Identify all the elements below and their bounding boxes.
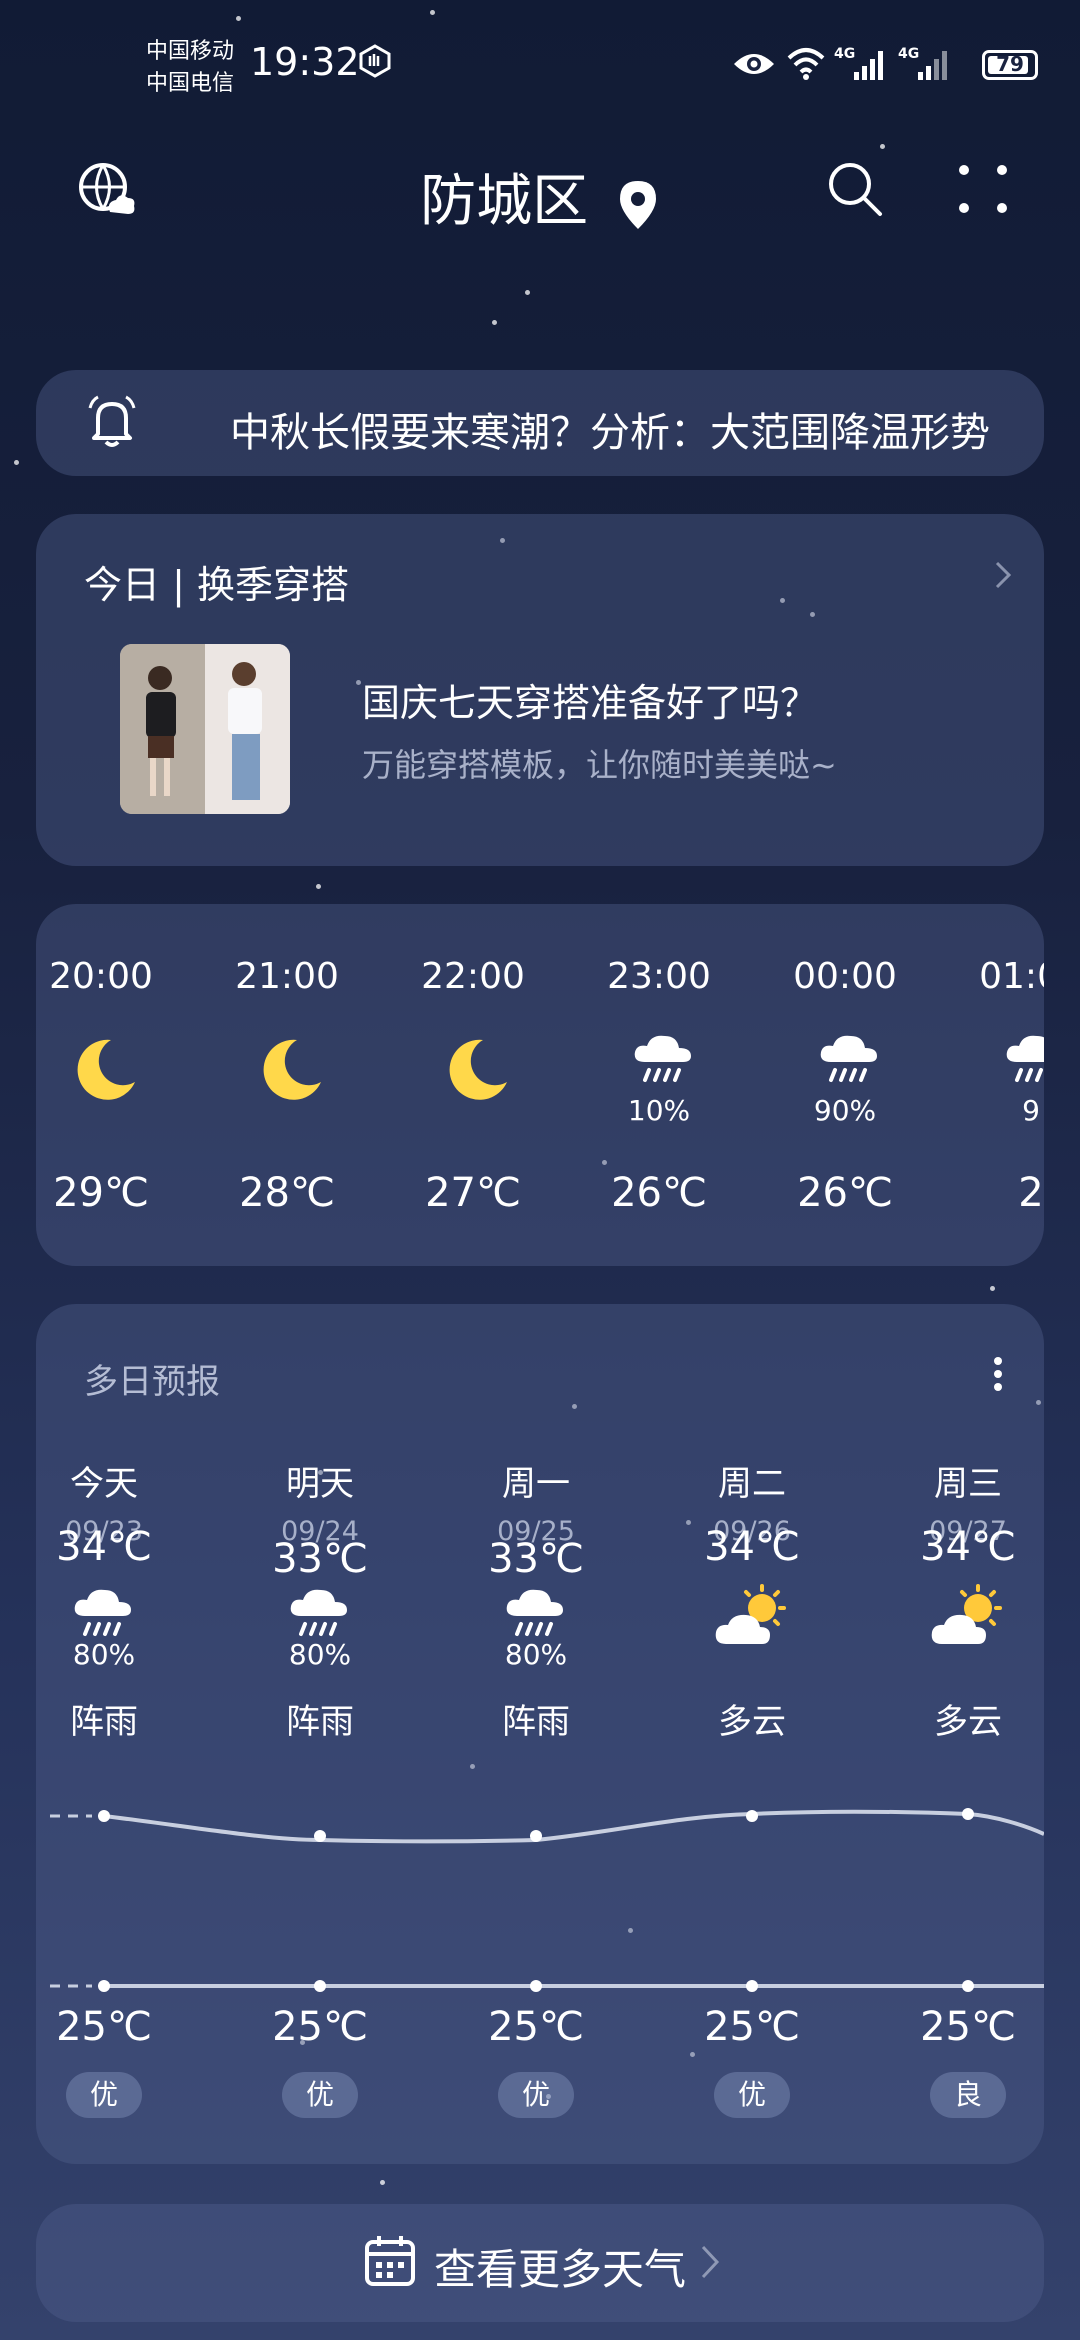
hourly-temp: 27℃	[425, 1170, 521, 1216]
carrier-2: 中国电信	[146, 71, 235, 96]
more-menu-icon[interactable]	[958, 164, 1008, 218]
aqi-badge: 优	[282, 2072, 358, 2118]
network-2: 4G	[898, 46, 920, 62]
day-high-temp: 34℃	[704, 1524, 800, 1570]
day-low-temp: 25℃	[272, 2004, 368, 2050]
outfit-subtitle: 万能穿搭模板，让你随时美美哒~	[362, 746, 837, 784]
moon-icon	[71, 1034, 141, 1104]
outfit-headline[interactable]: 国庆七天穿搭准备好了吗？	[362, 672, 818, 727]
moon-icon	[443, 1034, 513, 1104]
day-name: 周二	[718, 1464, 786, 1504]
location-pin-icon	[619, 180, 656, 229]
hourly-time: 22:00	[421, 956, 525, 997]
day-name: 周一	[502, 1464, 570, 1504]
rain-icon	[815, 1028, 885, 1098]
day-high-temp: 34℃	[56, 1524, 152, 1570]
hourly-time: 20:00	[49, 956, 153, 997]
hourly-temp: 29℃	[53, 1170, 149, 1216]
day-name: 周三	[934, 1464, 1002, 1504]
rain-icon	[1001, 1028, 1044, 1098]
day-condition: 多云	[934, 1702, 1002, 1742]
moon-icon	[257, 1034, 327, 1104]
hourly-precip-prob: 9	[1022, 1094, 1040, 1127]
signal-2-icon: 4G	[898, 46, 956, 86]
hourly-time: 00:00	[793, 956, 897, 997]
chevron-right-icon	[700, 2244, 720, 2284]
hourly-forecast[interactable]: 20:00 29℃ 21:00 28℃ 22:00 27℃ 23:00 10% 26℃ 00:00…	[36, 904, 1044, 1266]
day-condition: 阵雨	[70, 1702, 138, 1742]
news-headline[interactable]: 中秋长假要来寒潮？分析：大范围降温形势	[230, 400, 1004, 458]
chevron-right-icon[interactable]	[994, 560, 1012, 594]
partly-cloudy-icon	[928, 1582, 1008, 1652]
carrier-info: 中国移动 中国电信	[146, 36, 234, 100]
carrier-1: 中国移动	[146, 39, 235, 64]
battery-icon: 79	[982, 50, 1038, 80]
gesture-icon	[358, 44, 392, 82]
day-low-temp: 25℃	[56, 2004, 152, 2050]
day-low-temp: 25℃	[488, 2004, 584, 2050]
wifi-icon	[786, 46, 826, 84]
day-high-temp: 33℃	[272, 1536, 368, 1582]
day-low-temp: 25℃	[920, 2004, 1016, 2050]
city-name[interactable]: 防城区	[420, 169, 588, 234]
hourly-time: 01:00	[979, 956, 1044, 997]
city-header[interactable]: 防城区	[0, 156, 1080, 237]
hourly-temp: 2	[1018, 1170, 1044, 1216]
day-high-temp: 34℃	[920, 1524, 1016, 1570]
day-high-temp: 33℃	[488, 1536, 584, 1582]
partly-cloudy-icon	[712, 1582, 792, 1652]
outfit-title: 今日 | 换季穿搭	[84, 563, 349, 607]
day-precip-prob: 80%	[504, 1638, 568, 1671]
day-precip-prob: 80%	[288, 1638, 352, 1671]
hourly-temp: 28℃	[239, 1170, 335, 1216]
eye-icon	[732, 50, 776, 82]
bell-alert-icon	[86, 394, 138, 454]
more-weather-label[interactable]: 查看更多天气	[434, 2236, 686, 2297]
aqi-badge: 优	[498, 2072, 574, 2118]
outfit-thumbnail[interactable]	[120, 644, 290, 814]
day-precip-prob: 80%	[72, 1638, 136, 1671]
signal-1-icon: 4G	[834, 46, 892, 86]
hourly-temp: 26℃	[611, 1170, 707, 1216]
more-weather-button[interactable]: 查看更多天气	[36, 2204, 1044, 2322]
calendar-icon	[364, 2234, 416, 2292]
outfit-card[interactable]: 今日 | 换季穿搭 国庆七天穿搭准备好了吗？ 万能穿搭模板，让你随时美美哒~	[36, 514, 1044, 866]
daily-forecast[interactable]: 多日预报 今天 09/23 80% 阵雨 34℃ 25℃ 优明天 09/24 80% 阵雨 33℃ 2…	[36, 1304, 1044, 2164]
day-name: 今天	[70, 1464, 138, 1504]
news-banner[interactable]: 中秋长假要来寒潮？分析：大范围降温形势	[36, 370, 1044, 476]
day-low-temp: 25℃	[704, 2004, 800, 2050]
day-condition: 多云	[718, 1702, 786, 1742]
battery-level: 79	[996, 52, 1024, 76]
status-time: 19:32	[250, 40, 360, 84]
network-1: 4G	[834, 46, 856, 62]
aqi-badge: 良	[930, 2072, 1006, 2118]
search-icon[interactable]	[826, 160, 884, 222]
hourly-time: 21:00	[235, 956, 339, 997]
day-condition: 阵雨	[502, 1702, 570, 1742]
hourly-temp: 26℃	[797, 1170, 893, 1216]
day-condition: 阵雨	[286, 1702, 354, 1742]
hourly-precip-prob: 90%	[813, 1094, 877, 1127]
day-name: 明天	[286, 1464, 354, 1504]
aqi-badge: 优	[714, 2072, 790, 2118]
rain-icon	[629, 1028, 699, 1098]
hourly-precip-prob: 10%	[627, 1094, 691, 1127]
aqi-badge: 优	[66, 2072, 142, 2118]
hourly-time: 23:00	[607, 956, 711, 997]
